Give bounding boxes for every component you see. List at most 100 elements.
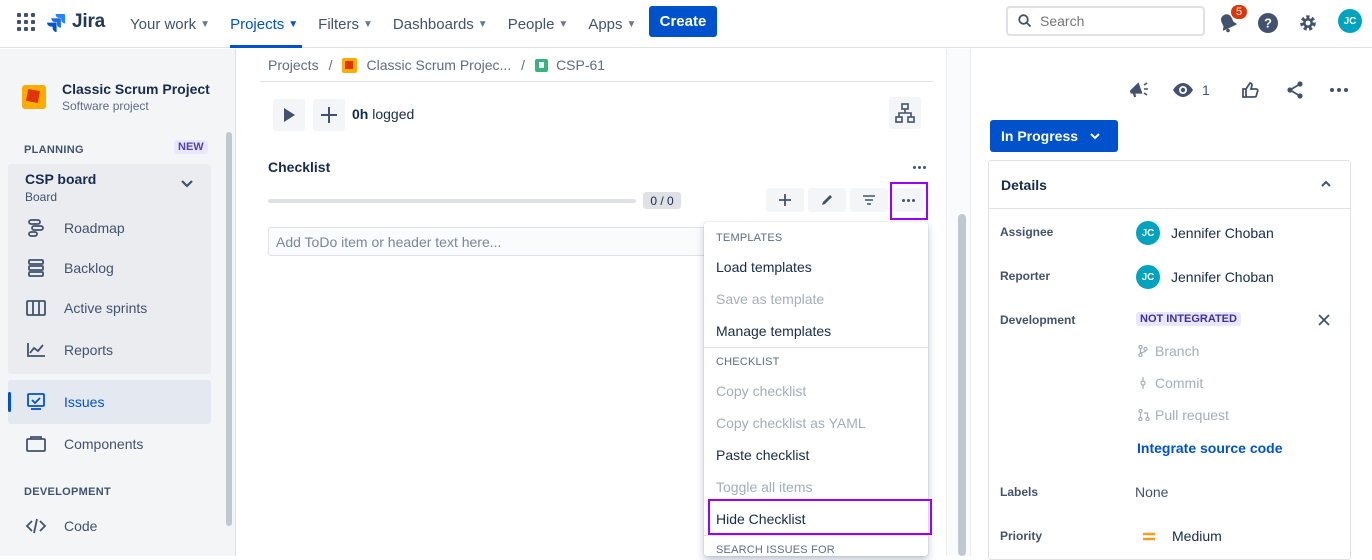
nav-projects[interactable]: Projects ▼: [230, 0, 306, 48]
board-title[interactable]: CSP board: [25, 171, 96, 187]
menu-paste-checklist[interactable]: Paste checklist: [716, 447, 809, 463]
components-icon: [24, 432, 48, 456]
menu-manage-templates[interactable]: Manage templates: [716, 323, 831, 339]
nav-dashboards[interactable]: Dashboards ▼: [393, 0, 496, 48]
priority-name: Medium: [1172, 528, 1222, 544]
chevron-down-icon: ▼: [363, 18, 373, 30]
details-title: Details: [1001, 177, 1047, 193]
menu-copy-checklist-yaml[interactable]: Copy checklist as YAML: [716, 415, 866, 431]
close-icon[interactable]: [1318, 314, 1330, 326]
edit-button[interactable]: [808, 188, 846, 212]
assignee-avatar: JC: [1136, 221, 1160, 245]
nav-label: Filters: [318, 15, 359, 33]
add-todo-input[interactable]: Add ToDo item or header text here...: [268, 227, 718, 256]
pull-request-item: Pull request: [1138, 407, 1229, 423]
filter-icon: [863, 195, 875, 205]
board-icon: [24, 296, 48, 320]
reporter-name: Jennifer Choban: [1171, 269, 1274, 285]
menu-copy-checklist[interactable]: Copy checklist: [716, 383, 806, 399]
assignee-value[interactable]: JC Jennifer Choban: [1136, 221, 1274, 245]
reporter-value[interactable]: JC Jennifer Choban: [1136, 265, 1274, 289]
like-icon[interactable]: [1238, 78, 1262, 102]
hierarchy-button[interactable]: [889, 97, 921, 129]
sidebar-item-label: Issues: [64, 394, 105, 410]
reporter-label: Reporter: [1000, 269, 1051, 283]
labels-value[interactable]: None: [1135, 484, 1168, 500]
breadcrumb-project[interactable]: Classic Scrum Projec...: [366, 57, 511, 73]
not-integrated-badge: NOT INTEGRATED: [1136, 312, 1241, 326]
nav-filters[interactable]: Filters ▼: [318, 0, 381, 48]
breadcrumb-issue[interactable]: CSP-61: [556, 57, 605, 73]
development-section-title: DEVELOPMENT: [24, 486, 112, 498]
log-time-button[interactable]: [313, 99, 345, 131]
help-icon[interactable]: ?: [1256, 11, 1280, 35]
user-avatar[interactable]: JC: [1338, 9, 1362, 33]
nav-apps[interactable]: Apps ▼: [588, 0, 644, 48]
jira-logo-icon: [47, 14, 66, 32]
filter-button[interactable]: [850, 188, 888, 212]
branch-item: Branch: [1138, 343, 1199, 359]
checklist-more-icon[interactable]: [913, 166, 926, 169]
sidebar: Classic Scrum Project Software project P…: [0, 49, 236, 556]
top-navigation: Jira Your work ▼ Projects ▼ Filters ▼ Dashb…: [0, 0, 1372, 48]
breadcrumb-separator: /: [328, 57, 333, 73]
menu-toggle-all-items[interactable]: Toggle all items: [716, 479, 813, 495]
status-dropdown-button[interactable]: In Progress: [990, 120, 1118, 152]
settings-gear-icon[interactable]: [1296, 11, 1320, 35]
chevron-down-icon: ▼: [200, 18, 211, 30]
nav-your-work[interactable]: Your work ▼: [130, 0, 218, 48]
main-scrollbar[interactable]: [958, 214, 966, 556]
search-box[interactable]: [1006, 6, 1205, 36]
share-icon[interactable]: [1283, 78, 1307, 102]
start-timer-button[interactable]: [273, 99, 305, 131]
branch-icon: [1138, 345, 1148, 357]
breadcrumb-projects[interactable]: Projects: [268, 57, 319, 73]
sidebar-item-reports[interactable]: Reports: [24, 338, 214, 362]
code-icon: [24, 514, 48, 538]
board-subtitle: Board: [25, 190, 58, 204]
search-input[interactable]: [1040, 13, 1190, 29]
menu-divider: [704, 347, 928, 348]
add-item-button[interactable]: [766, 188, 804, 212]
search-icon: [1018, 14, 1032, 28]
planning-section-title: PLANNING: [24, 144, 84, 156]
details-panel: Details: [988, 160, 1351, 560]
commit-label: Commit: [1155, 375, 1204, 391]
menu-section-templates: TEMPLATES: [716, 232, 783, 244]
create-button[interactable]: Create: [649, 6, 717, 37]
sidebar-item-active-sprints[interactable]: Active sprints: [24, 296, 214, 320]
details-header[interactable]: Details: [989, 161, 1350, 209]
project-avatar: [22, 85, 46, 109]
sidebar-scrollbar[interactable]: [226, 132, 232, 526]
menu-save-as-template[interactable]: Save as template: [716, 291, 824, 307]
more-actions-icon[interactable]: [1327, 78, 1351, 102]
pencil-icon: [822, 195, 832, 205]
sidebar-item-roadmap[interactable]: Roadmap: [24, 216, 214, 240]
sidebar-item-code[interactable]: Code: [24, 514, 214, 538]
logged-label: logged: [372, 106, 415, 122]
nav-label: Apps: [588, 15, 623, 33]
sidebar-item-issues[interactable]: Issues: [24, 390, 214, 414]
sidebar-item-label: Backlog: [64, 260, 114, 276]
nav-label: People: [507, 15, 555, 33]
menu-load-templates[interactable]: Load templates: [716, 259, 812, 275]
nav-people[interactable]: People ▼: [508, 0, 577, 48]
menu-divider: [704, 535, 928, 536]
priority-value[interactable]: Medium: [1142, 528, 1222, 544]
feedback-megaphone-icon[interactable]: [1126, 78, 1150, 102]
priority-label: Priority: [1000, 529, 1043, 543]
chevron-up-icon[interactable]: [1320, 180, 1332, 188]
integrate-source-code-link[interactable]: Integrate source code: [1137, 440, 1283, 456]
nav-label: Projects: [230, 15, 285, 33]
time-logged: 0h logged: [352, 106, 414, 122]
eye-icon: [1173, 83, 1193, 97]
chevron-down-icon[interactable]: [180, 179, 194, 189]
chevron-down-icon: ▼: [288, 18, 299, 30]
jira-logo[interactable]: Jira: [46, 11, 105, 33]
project-type: Software project: [62, 99, 149, 113]
app-switcher-icon[interactable]: [17, 13, 35, 31]
watch-button[interactable]: 1: [1172, 78, 1212, 102]
assignee-label: Assignee: [1000, 225, 1054, 239]
sidebar-item-backlog[interactable]: Backlog: [24, 256, 214, 280]
sidebar-item-components[interactable]: Components: [24, 432, 214, 456]
